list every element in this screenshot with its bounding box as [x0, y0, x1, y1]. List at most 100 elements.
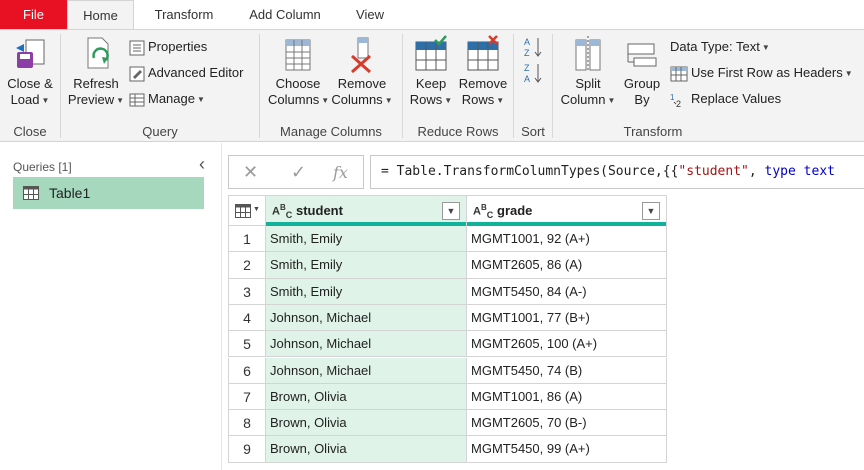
sort-descending-button[interactable]: ZA: [523, 62, 543, 84]
formula-string: "student": [678, 164, 749, 179]
text-type-icon[interactable]: ABC: [473, 203, 493, 220]
tab-add-column[interactable]: Add Column: [236, 0, 334, 29]
manage-button[interactable]: Manage ▼: [129, 89, 205, 109]
keep-rows-button[interactable]: Keep Rows ▼: [407, 34, 455, 109]
cell-student[interactable]: Johnson, Michael: [266, 331, 467, 358]
cell-student[interactable]: Brown, Olivia: [266, 410, 467, 437]
advanced-editor-button[interactable]: Advanced Editor: [129, 63, 243, 83]
tab-file[interactable]: File: [0, 0, 67, 29]
table-row[interactable]: 7 Brown, Olivia MGMT1001, 86 (A): [228, 383, 667, 411]
cell-student[interactable]: Johnson, Michael: [266, 304, 467, 332]
cell-grade[interactable]: MGMT2605, 70 (B-): [467, 410, 667, 437]
cell-student[interactable]: Brown, Olivia: [266, 436, 467, 463]
table-row[interactable]: 3 Smith, Emily MGMT5450, 84 (A-): [228, 278, 667, 305]
properties-button[interactable]: Properties: [129, 37, 207, 57]
data-type-dropdown[interactable]: Data Type: Text ▼: [670, 37, 770, 57]
replace-values-icon: 12: [670, 93, 681, 108]
row-number[interactable]: 4: [228, 304, 266, 332]
table-menu-button[interactable]: ▼: [228, 195, 266, 226]
split-column-button[interactable]: Split Column ▼: [557, 34, 619, 109]
row-number[interactable]: 8: [228, 410, 266, 437]
cell-grade[interactable]: MGMT2605, 100 (A+): [467, 331, 667, 358]
sort-ascending-icon: AZ: [524, 37, 542, 58]
chevron-down-icon: ▼: [196, 94, 205, 104]
table-row[interactable]: 2 Smith, Emily MGMT2605, 86 (A): [228, 252, 667, 279]
reduce-rows-group: Keep Rows ▼ Remove Rows ▼ Reduce Rows: [403, 30, 513, 141]
cell-grade[interactable]: MGMT1001, 92 (A+): [467, 226, 667, 253]
query-group: Refresh Preview ▼ Properties Advanced Edi…: [61, 30, 259, 141]
chevron-down-icon: ▼: [116, 95, 125, 105]
cell-grade[interactable]: MGMT5450, 84 (A-): [467, 278, 667, 305]
close-load-button[interactable]: Close & Load ▼: [4, 34, 56, 109]
close-group-label: Close: [13, 124, 47, 139]
choose-columns-icon: [285, 39, 311, 71]
remove-rows-button[interactable]: Remove Rows ▼: [455, 34, 511, 109]
row-number[interactable]: 5: [228, 331, 266, 358]
row-number[interactable]: 7: [228, 383, 266, 411]
row-number[interactable]: 6: [228, 357, 266, 384]
remove-columns-button[interactable]: Remove Columns ▼: [330, 34, 394, 109]
column-header-student[interactable]: ABC student ▼: [265, 195, 467, 226]
sort-descending-icon: ZA: [524, 63, 542, 84]
table-row[interactable]: 4 Johnson, Michael MGMT1001, 77 (B+): [228, 304, 667, 332]
cancel-formula-icon[interactable]: ✕: [243, 162, 258, 183]
formula-prefix: = Table.TransformColumnTypes(Source,{{: [381, 164, 679, 179]
chevron-down-icon: ▼: [496, 95, 505, 105]
cell-grade[interactable]: MGMT1001, 86 (A): [467, 383, 667, 411]
row-number[interactable]: 3: [228, 278, 266, 305]
table-row[interactable]: 5 Johnson, Michael MGMT2605, 100 (A+): [228, 331, 667, 358]
close-load-icon: [16, 39, 45, 68]
commit-formula-icon[interactable]: ✓: [291, 162, 306, 183]
chevron-down-icon: ▼: [444, 95, 453, 105]
cell-student[interactable]: Smith, Emily: [266, 252, 467, 279]
column-header-grade[interactable]: ABC grade ▼: [466, 195, 667, 226]
cell-student[interactable]: Johnson, Michael: [266, 357, 467, 384]
row-number[interactable]: 9: [228, 436, 266, 463]
choose-columns-button[interactable]: Choose Columns ▼: [268, 34, 329, 109]
cell-student[interactable]: Brown, Olivia: [266, 383, 467, 411]
split-column-icon: [575, 36, 601, 72]
query-item-table1[interactable]: Table1: [13, 177, 204, 209]
replace-values-button[interactable]: 1 2 Replace Values: [670, 89, 781, 109]
function-fx-icon[interactable]: fx: [333, 163, 348, 182]
svg-text:Z: Z: [524, 63, 530, 73]
tab-view[interactable]: View: [344, 0, 396, 29]
remove-rows-label-2: Rows: [461, 92, 495, 107]
formula-separator: ,: [748, 164, 765, 179]
chevron-left-icon[interactable]: ‹: [199, 154, 205, 175]
text-type-icon[interactable]: ABC: [272, 203, 292, 220]
tab-home[interactable]: Home: [67, 0, 134, 30]
refresh-preview-button[interactable]: Refresh Preview ▼: [65, 34, 127, 109]
cell-grade[interactable]: MGMT5450, 74 (B): [467, 357, 667, 384]
use-first-row-icon: [670, 66, 688, 82]
replace-values-label: Replace Values: [691, 91, 782, 106]
cell-grade[interactable]: MGMT2605, 86 (A): [467, 252, 667, 279]
cell-student[interactable]: Smith, Emily: [266, 278, 467, 305]
column-filter-dropdown[interactable]: ▼: [442, 202, 460, 220]
svg-text:A: A: [524, 37, 530, 47]
table-row[interactable]: 9 Brown, Olivia MGMT5450, 99 (A+): [228, 436, 667, 463]
table-row[interactable]: 1 Smith, Emily MGMT1001, 92 (A+): [228, 226, 667, 253]
cell-grade[interactable]: MGMT1001, 77 (B+): [467, 304, 667, 332]
cell-student[interactable]: Smith, Emily: [266, 226, 467, 253]
transform-group-label: Transform: [623, 124, 683, 139]
table-row[interactable]: 8 Brown, Olivia MGMT2605, 70 (B-): [228, 410, 667, 437]
row-number[interactable]: 2: [228, 252, 266, 279]
sort-group-label: Sort: [521, 124, 545, 139]
use-first-row-headers-button[interactable]: Use First Row as Headers ▼: [670, 63, 853, 83]
chevron-down-icon: ▼: [761, 42, 770, 52]
cell-grade[interactable]: MGMT5450, 99 (A+): [467, 436, 667, 463]
group-by-button[interactable]: Group By: [617, 34, 667, 108]
chevron-down-icon: ▼: [844, 68, 853, 78]
table-icon: [23, 186, 39, 200]
row-number[interactable]: 1: [228, 226, 266, 253]
refresh-label-1: Refresh: [73, 76, 119, 91]
sort-group: AZ ZA Sort: [514, 30, 552, 141]
table-row[interactable]: 6 Johnson, Michael MGMT5450, 74 (B): [228, 357, 667, 384]
close-load-label-1: Close &: [7, 76, 53, 91]
sort-ascending-button[interactable]: AZ: [523, 36, 543, 58]
formula-bar[interactable]: = Table.TransformColumnTypes(Source,{{"s…: [370, 155, 864, 189]
tab-transform[interactable]: Transform: [140, 0, 228, 29]
column-filter-dropdown[interactable]: ▼: [642, 202, 660, 220]
remove-rows-icon: [467, 35, 499, 71]
